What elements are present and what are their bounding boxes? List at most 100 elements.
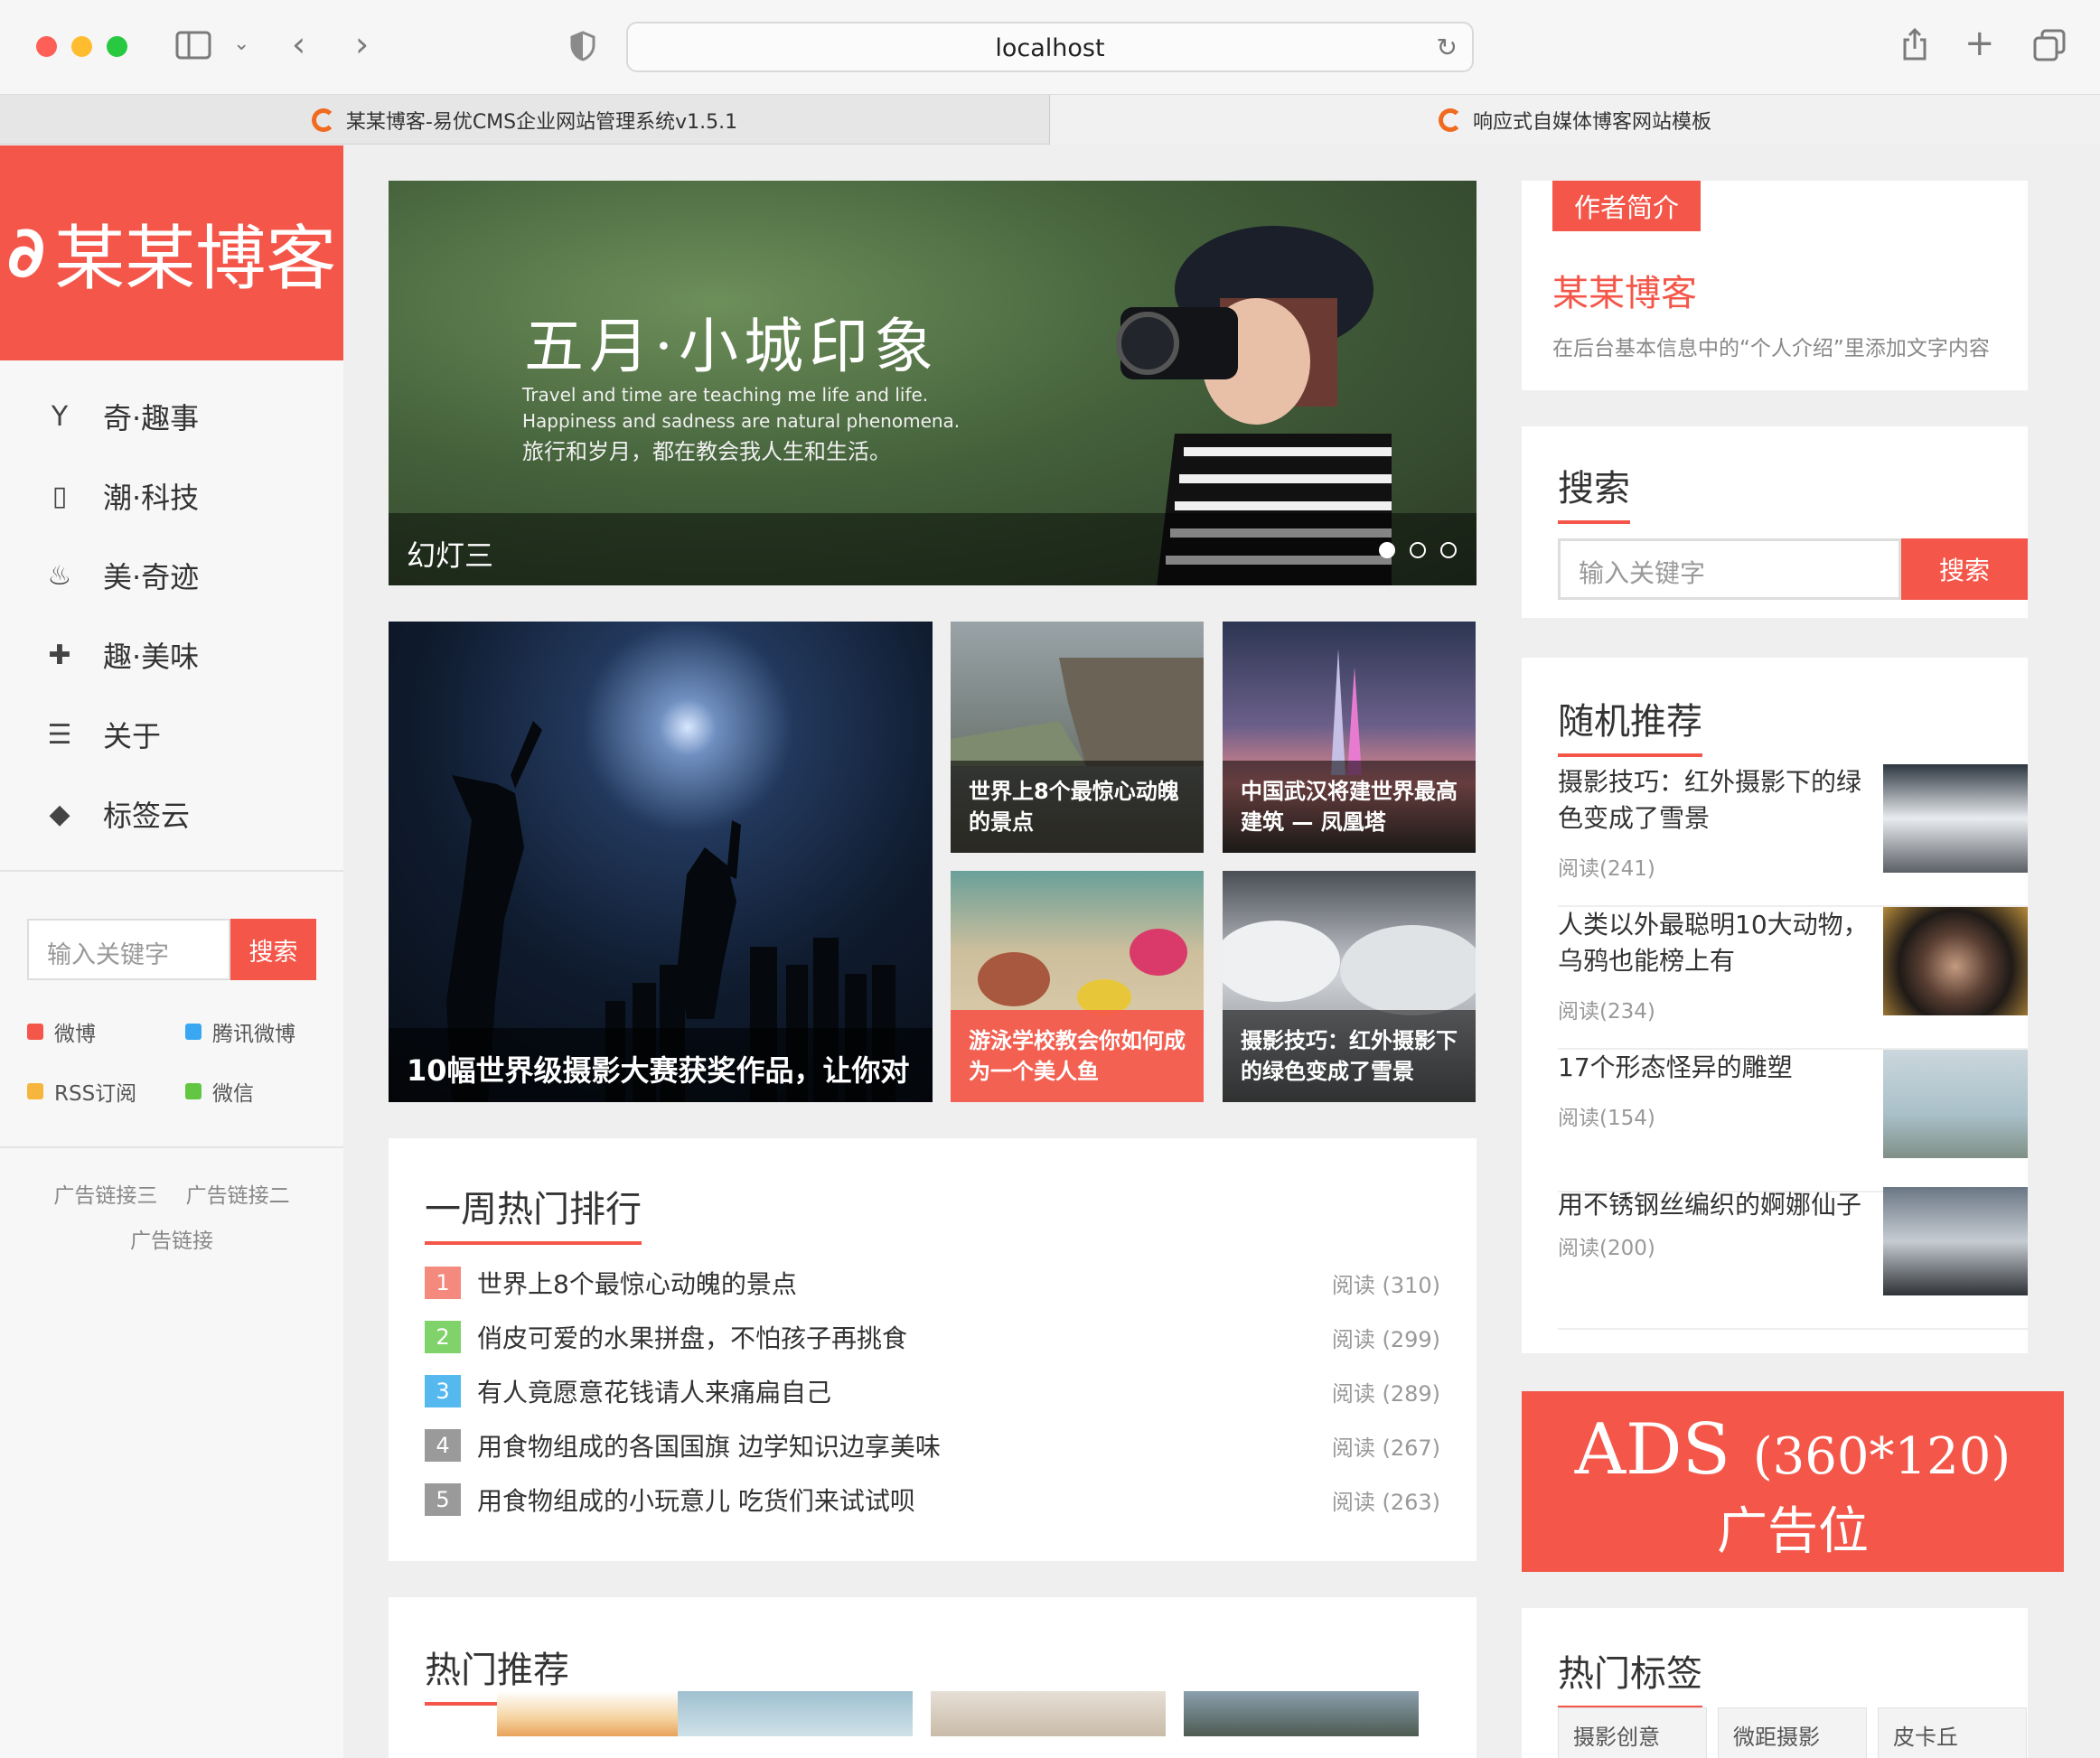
rec-thumbnail[interactable] [1883,1050,2028,1158]
rec-thumbnail[interactable] [1883,764,2028,873]
featured-tile[interactable]: 中国武汉将建世界最高建筑 — 凤凰塔 [1223,622,1476,853]
hot-thumb[interactable] [1184,1691,1419,1736]
social-wechat[interactable]: 微信 [185,1076,343,1107]
rank-title[interactable]: 有人竟愿意花钱请人来痛扁自己 [477,1373,1332,1409]
gift-icon: ✚ [48,639,71,671]
tag-chip[interactable]: 皮卡丘 [1878,1707,2027,1758]
nav-label: 关于 [103,719,162,753]
ad-links: 广告链接三 广告链接二 广告链接 [0,1146,343,1264]
ranking-row[interactable]: 5 用食物组成的小玩意儿 吃货们来试试呗 阅读 (263) [425,1473,1440,1527]
nav-label: 标签云 [103,799,191,833]
zoom-window-button[interactable] [107,36,127,57]
rank-title[interactable]: 用食物组成的小玩意儿 吃货们来试试呗 [477,1482,1332,1518]
tag-chip[interactable]: 微距摄影 [1718,1707,1867,1758]
rec-item[interactable]: 摄影技巧：红外摄影下的绿色变成了雪景 阅读(241) [1558,764,2028,907]
featured-tile[interactable]: 摄影技巧：红外摄影下的绿色变成了雪景 [1223,871,1476,1102]
rec-count: 阅读(234) [1558,1000,1655,1024]
social-rss[interactable]: RSS订阅 [27,1076,185,1107]
hero-slider[interactable]: 五月·小城印象 Travel and time are teaching me … [389,181,1477,585]
ranking-row[interactable]: 1 世界上8个最惊心动魄的景点 阅读 (310) [425,1256,1440,1310]
right-search-form: 输入关键字 搜索 [1558,538,2028,600]
panel-title: 搜索 [1558,459,1630,524]
rec-title[interactable]: 人类以外最聪明10大动物，乌鸦也能榜上有 [1558,907,1870,979]
hot-thumb[interactable] [678,1691,913,1736]
slide-dot-3[interactable] [1440,542,1457,558]
social-tencent-weibo[interactable]: 腾讯微博 [185,1016,343,1047]
nav-item-meiqiji[interactable]: ♨ 美·奇迹 [0,536,343,615]
author-panel: 作者简介 某某博客 在后台基本信息中的“个人介绍”里添加文字内容 [1522,181,2028,390]
eyoucms-favicon-icon [1438,108,1462,132]
chevron-down-icon[interactable]: ⌄ [233,34,249,54]
rec-item[interactable]: 用不锈钢丝编织的婀娜仙子 阅读(200) [1558,1187,2028,1330]
nav-item-tag-cloud[interactable]: ◆ 标签云 [0,774,343,854]
ad-banner[interactable]: ADS (360*120) 广告位 [1522,1391,2064,1572]
nav-item-chaokeji[interactable]: ▯ 潮·科技 [0,456,343,536]
mobile-icon: ▯ [52,480,68,512]
rank-count: 阅读 (289) [1331,1380,1440,1407]
new-tab-icon[interactable]: + [1964,25,1995,61]
sidebar-search-button[interactable]: 搜索 [230,919,316,980]
ad-link[interactable]: 广告链接 [130,1230,213,1253]
ad-link[interactable]: 广告链接三 [53,1184,157,1208]
rank-count: 阅读 (263) [1331,1489,1440,1515]
rec-title[interactable]: 17个形态怪异的雕塑 [1558,1050,1870,1086]
minimize-window-button[interactable] [71,36,92,57]
right-search-button[interactable]: 搜索 [1901,538,2028,600]
tab-overview-icon[interactable] [2033,29,2066,66]
ranking-row[interactable]: 2 俏皮可爱的水果拼盘，不怕孩子再挑食 阅读 (299) [425,1310,1440,1364]
featured-tile[interactable]: 游泳学校教会你如何成为一个美人鱼 [951,871,1204,1102]
close-window-button[interactable] [36,36,57,57]
shield-icon[interactable] [569,31,596,66]
tencent-weibo-icon [185,1024,202,1040]
panel-title: 一周热门排行 [425,1180,642,1245]
nav-item-qiqushi[interactable]: Y 奇·趣事 [0,377,343,456]
slide-subtitle: Travel and time are teaching me life and… [522,384,929,406]
rank-title[interactable]: 用食物组成的各国国旗 边学知识边享美味 [477,1427,1332,1463]
rec-title[interactable]: 摄影技巧：红外摄影下的绿色变成了雪景 [1558,764,1870,837]
nav-item-about[interactable]: ☰ 关于 [0,695,343,774]
sidebar-toggle-icon[interactable] [175,31,211,64]
address-bar[interactable]: localhost ↻ [626,22,1474,72]
ranking-row[interactable]: 3 有人竟愿意花钱请人来痛扁自己 阅读 (289) [425,1364,1440,1418]
tab-blog[interactable]: 某某博客-易优CMS企业网站管理系统v1.5.1 [0,95,1050,145]
rec-thumbnail[interactable] [1883,1187,2028,1295]
rank-title[interactable]: 世界上8个最惊心动魄的景点 [477,1265,1332,1301]
featured-big-card[interactable]: 10幅世界级摄影大赛获奖作品，让你对 [389,622,933,1102]
tab-label: 某某博客-易优CMS企业网站管理系统v1.5.1 [345,110,738,134]
hot-thumb[interactable] [931,1691,1166,1736]
reload-icon[interactable]: ↻ [1437,33,1458,62]
tab-template[interactable]: 响应式自媒体博客网站模板 [1050,95,2100,145]
rank-number: 5 [425,1483,461,1516]
back-icon[interactable]: ‹ [292,27,305,61]
fire-icon: ♨ [47,559,72,592]
random-recommend-panel: 随机推荐 摄影技巧：红外摄影下的绿色变成了雪景 阅读(241) 人类以外最聪明1… [1522,658,2028,1353]
rec-item[interactable]: 人类以外最聪明10大动物，乌鸦也能榜上有 阅读(234) [1558,907,2028,1050]
rss-icon [27,1083,43,1099]
right-search-input[interactable]: 输入关键字 [1558,538,1901,600]
rec-item[interactable]: 17个形态怪异的雕塑 阅读(154) [1558,1050,2028,1192]
featured-tile[interactable]: 世界上8个最惊心动魄的景点 [951,622,1204,853]
tile-title: 中国武汉将建世界最高建筑 — 凤凰塔 [1223,761,1476,853]
slide-subtitle: Happiness and sadness are natural phenom… [522,410,961,432]
panel-title: 随机推荐 [1558,692,1702,757]
social-label: 腾讯微博 [212,1023,295,1046]
site-logo[interactable]: ∂ 某某博客 [0,145,343,360]
tile-title: 世界上8个最惊心动魄的景点 [951,761,1204,853]
social-weibo[interactable]: 微博 [27,1016,185,1047]
slide-dot-2[interactable] [1410,542,1426,558]
tag-chip[interactable]: 摄影创意 [1558,1707,1707,1758]
slide-headline: 五月·小城印象 [524,312,939,381]
rank-title[interactable]: 俏皮可爱的水果拼盘，不怕孩子再挑食 [477,1319,1332,1355]
rec-thumbnail[interactable] [1883,907,2028,1015]
rec-title[interactable]: 用不锈钢丝编织的婀娜仙子 [1558,1187,1870,1223]
ad-link[interactable]: 广告链接二 [186,1184,290,1208]
forward-icon[interactable]: › [355,27,369,61]
eyoucms-favicon-icon [311,108,335,132]
share-icon[interactable] [1901,27,1928,66]
ad-line: ADS (360*120) [1522,1409,2064,1491]
sidebar-search-input[interactable]: 输入关键字 [27,919,230,980]
slide-dot-1[interactable] [1379,542,1395,558]
rank-count: 阅读 (299) [1331,1326,1440,1352]
ranking-row[interactable]: 4 用食物组成的各国国旗 边学知识边享美味 阅读 (267) [425,1418,1440,1473]
nav-item-qumeiwei[interactable]: ✚ 趣·美味 [0,615,343,695]
